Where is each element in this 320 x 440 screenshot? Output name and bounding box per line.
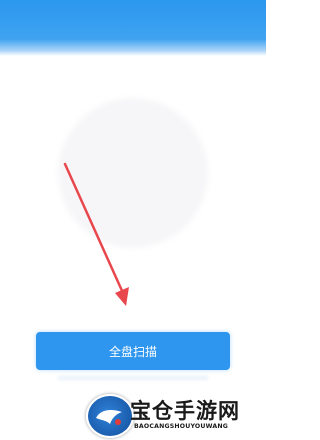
watermark-subtitle: BAOCANGSHOUYOUWANG bbox=[134, 423, 229, 430]
watermark-title: 宝仓手游网 bbox=[130, 399, 240, 423]
annotation-arrow bbox=[63, 162, 129, 306]
arrow-shaft bbox=[63, 162, 125, 295]
watermark: 宝仓手游网 BAOCANGSHOUYOUWANG bbox=[86, 394, 266, 438]
button-shadow bbox=[58, 376, 208, 380]
full-disk-scan-button[interactable]: 全盘扫描 bbox=[36, 332, 230, 370]
watermark-logo bbox=[86, 394, 134, 438]
